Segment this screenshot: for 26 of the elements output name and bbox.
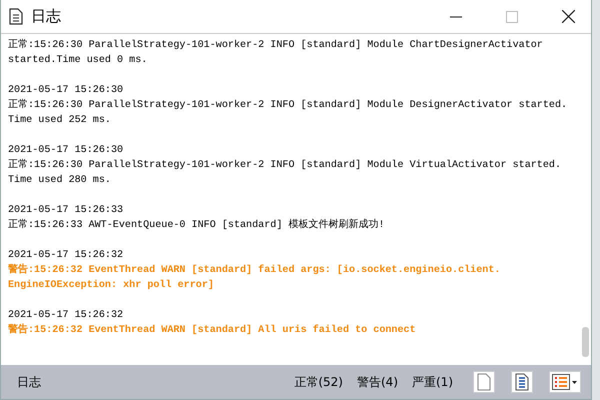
level-count: 严重(1) — [412, 374, 453, 390]
scrollbar-thumb[interactable] — [582, 327, 589, 357]
log-message: Time used 252 ms. — [8, 114, 112, 128]
status-label: 日志 — [17, 374, 41, 390]
log-message: 正常:15:26:30 ParallelStrategy-101-worker-2 INFO [standard] Module VirtualActivator started. — [8, 158, 562, 173]
log-message: 警告:15:26:32 EventThread WARN [standard] failed args: [io.socket.engineio.client. — [8, 263, 502, 278]
log-date: 2021-05-17 15:26:30 — [8, 144, 124, 158]
list-dropdown-button[interactable] — [549, 371, 581, 393]
close-icon[interactable] — [562, 10, 575, 23]
log-message: 正常:15:26:30 ParallelStrategy-101-worker-2 INFO [standard] Module DesignerActivator started. — [8, 98, 568, 113]
text-page-button[interactable] — [511, 371, 533, 393]
log-message: 正常:15:26:30 ParallelStrategy-101-worker-2 INFO [standard] Module ChartDesignerActivator — [8, 38, 544, 53]
log-message: EngineIOException: xhr poll error] — [8, 278, 215, 293]
blank-page-button[interactable] — [473, 371, 495, 393]
log-date: 2021-05-17 15:26:33 — [8, 204, 124, 218]
log-message: 正常:15:26:33 AWT-EventQueue-0 INFO [standard] 模板文件树刷新成功! — [8, 218, 386, 233]
log-date: 2021-05-17 15:26:30 — [8, 84, 124, 98]
log-date: 2021-05-17 15:26:32 — [8, 309, 124, 323]
window-title: 日志 — [31, 7, 61, 26]
level-count: 正常(52) — [294, 374, 343, 390]
log-message: Time used 280 ms. — [8, 174, 112, 188]
log-message: started.Time used 0 ms. — [8, 54, 148, 68]
log-message: 警告:15:26:32 EventThread WARN [standard] All uris failed to connect — [8, 323, 417, 338]
document-icon — [9, 8, 23, 25]
log-date: 2021-05-17 15:26:32 — [8, 249, 124, 263]
level-count: 警告(4) — [357, 374, 398, 390]
